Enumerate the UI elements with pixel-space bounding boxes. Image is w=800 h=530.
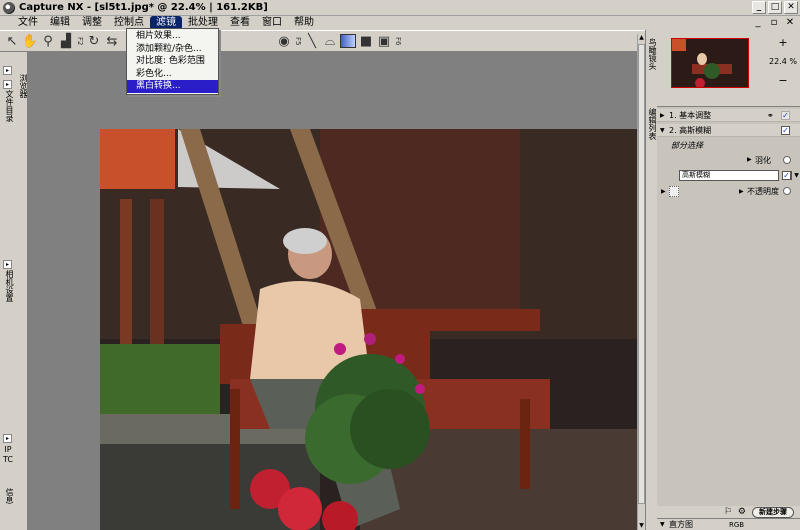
folders-tab-toggle-icon[interactable]: ▸ — [3, 80, 12, 89]
blend-checkbox[interactable]: ✓ — [782, 171, 791, 180]
new-step-button[interactable]: 新建步骤 — [752, 506, 794, 518]
eye-icon[interactable]: ◉ — [276, 33, 292, 49]
opacity-radio[interactable] — [783, 187, 791, 195]
birdseye-thumbnail[interactable] — [671, 38, 749, 88]
tab-camera-settings[interactable]: 相机设置 — [2, 270, 14, 302]
step-basic-adjust[interactable]: ▶ 1. 基本调整 ✓ ⚭ — [657, 109, 800, 122]
menu-help[interactable]: 帮助 — [288, 16, 320, 30]
menu-view[interactable]: 查看 — [224, 16, 256, 30]
tab-info[interactable]: 信息 — [2, 488, 14, 504]
camera-settings-toggle-icon[interactable]: ▸ — [3, 260, 12, 269]
canvas-vertical-scrollbar[interactable]: ▲ ▼ — [637, 34, 645, 530]
step-enable-checkbox[interactable]: ✓ — [781, 111, 790, 120]
menu-item-bw-conversion[interactable]: 黑白转换... — [127, 80, 218, 93]
settings-gear-icon[interactable]: ⚙ — [738, 507, 746, 517]
step-enable-checkbox[interactable]: ✓ — [781, 126, 790, 135]
menu-item-colorize[interactable]: 彩色化... — [127, 68, 218, 81]
tab-birdseye[interactable]: 鸟瞰镜头 — [647, 38, 657, 70]
collapse-triangle-icon[interactable]: ▼ — [660, 124, 665, 137]
menu-bar: 文件 编辑 调整 控制点 滤镜 批处理 查看 窗口 帮助 _ ▫ ✕ — [0, 16, 800, 30]
histogram-header[interactable]: ▼ 直方图 RGB — [657, 518, 800, 530]
scroll-up-icon[interactable]: ▲ — [638, 34, 645, 42]
lasso-tool-icon[interactable]: ⌓ — [322, 33, 338, 49]
close-button[interactable]: ✕ — [784, 1, 798, 14]
mode-swatch-icon[interactable] — [340, 33, 356, 49]
dropdown-arrow-icon[interactable]: ▼ — [791, 171, 800, 180]
tab-iptc[interactable]: IPTC — [2, 445, 14, 465]
minimize-button[interactable]: _ — [752, 1, 766, 14]
hand-tool-icon[interactable]: ✋ — [22, 33, 38, 49]
histogram-expand-icon[interactable]: ▼ — [660, 519, 665, 530]
photo-image — [100, 129, 645, 530]
feather-expand-icon[interactable]: ▶ — [747, 156, 752, 163]
line-tool-icon[interactable]: ╲ — [304, 33, 320, 49]
toolbar-grip-f5[interactable]: F5 — [294, 37, 302, 45]
expand-triangle-icon[interactable]: ▶ — [660, 109, 665, 122]
left-sidebar: ▸ 浏览器 ▸ 文件目录 ▸ 相机设置 ▸ IPTC 信息 — [0, 52, 28, 530]
app-icon — [3, 1, 15, 14]
menu-item-contrast-color-range[interactable]: 对比度: 色彩范围 — [127, 55, 218, 68]
opacity-arrow-icon[interactable]: ▶ — [739, 188, 744, 195]
partial-select-label: 部分选择 — [671, 141, 703, 150]
menu-adjust[interactable]: 调整 — [76, 16, 108, 30]
histogram-channel[interactable]: RGB — [729, 519, 744, 530]
edit-list-bottom-tools: ⚐ ⚙ 新建步骤 — [657, 506, 800, 518]
zoom-out-icon[interactable]: − — [768, 74, 798, 87]
menu-item-add-grain-noise[interactable]: 添加颗粒/杂色... — [127, 43, 218, 56]
flip-icon[interactable]: ⇆ — [104, 33, 120, 49]
window-controls: _ □ ✕ — [752, 1, 798, 14]
tab-folders[interactable]: 文件目录 — [2, 90, 14, 122]
feather-label: 羽化 — [755, 156, 771, 165]
tab-edit-list[interactable]: 编辑列表 — [647, 108, 657, 140]
title-bar: Capture NX - [sl5t1.jpg* @ 22.4% | 161.2… — [0, 0, 800, 16]
browser-tab-toggle-icon[interactable]: ▸ — [3, 66, 12, 75]
doc-close-button[interactable]: ✕ — [784, 17, 796, 28]
opacity-label: 不透明度 — [747, 187, 779, 196]
image-canvas[interactable] — [28, 52, 648, 530]
opacity-swatch — [669, 186, 679, 197]
link-icon[interactable]: ⚭ — [767, 109, 774, 122]
feather-radio[interactable] — [783, 156, 791, 164]
opacity-expand-icon[interactable]: ▶ — [661, 188, 666, 195]
zoom-level: 22.4 % — [769, 57, 797, 66]
edit-list-panel: ▶ 1. 基本调整 ✓ ⚭ ▼ 2. 高斯模糊 ✓ 部分选择 ▶ 羽化 高斯模糊… — [657, 106, 800, 506]
birdseye-preview-image — [672, 39, 748, 87]
doc-restore-button[interactable]: ▫ — [768, 17, 780, 28]
menu-item-photo-effects[interactable]: 相片效果... — [127, 30, 218, 43]
straighten-tool-icon[interactable]: ▟ — [58, 33, 74, 49]
iptc-toggle-icon[interactable]: ▸ — [3, 434, 12, 443]
step-label: 1. 基本调整 — [669, 111, 712, 120]
filter-menu-dropdown: 相片效果... 添加颗粒/杂色... 对比度: 色彩范围 彩色化... 黑白转换… — [126, 28, 219, 95]
arrow-tool-icon[interactable]: ↖ — [4, 33, 20, 49]
histogram-label: 直方图 — [669, 520, 693, 529]
toolbar-grip-f6[interactable]: F6 — [394, 37, 402, 45]
maximize-button[interactable]: □ — [768, 1, 782, 14]
scrollbar-thumb[interactable] — [638, 44, 645, 504]
blend-mode-value: 高斯模糊 — [682, 171, 710, 179]
tab-browser[interactable]: 浏览器 — [16, 74, 28, 98]
menu-window[interactable]: 窗口 — [256, 16, 288, 30]
right-panel: 鸟瞰镜头 + 22.4 % − 编辑列表 ▶ 1. 基本调整 ✓ ⚭ ▼ 2. … — [645, 30, 800, 530]
selection-brush-icon[interactable]: ■ — [358, 33, 374, 49]
doc-minimize-button[interactable]: _ — [752, 17, 764, 28]
step-gaussian-blur[interactable]: ▼ 2. 高斯模糊 ✓ — [657, 124, 800, 137]
zoom-tool-icon[interactable]: ⚲ — [40, 33, 56, 49]
menu-file[interactable]: 文件 — [12, 16, 44, 30]
zoom-widget: + 22.4 % − — [768, 36, 798, 92]
blend-mode-select[interactable]: 高斯模糊 ▼ — [679, 170, 799, 181]
menu-edit[interactable]: 编辑 — [44, 16, 76, 30]
window-title: Capture NX - [sl5t1.jpg* @ 22.4% | 161.2… — [19, 2, 268, 13]
toolbar-grip-f2[interactable]: F2 — [76, 37, 84, 45]
scroll-down-icon[interactable]: ▼ — [638, 522, 645, 530]
step-label: 2. 高斯模糊 — [669, 126, 712, 135]
zoom-in-icon[interactable]: + — [768, 36, 798, 49]
photo-artwork — [100, 129, 645, 530]
rotate-icon[interactable]: ↻ — [86, 33, 102, 49]
fill-tool-icon[interactable]: ▣ — [376, 33, 392, 49]
document-window-controls: _ ▫ ✕ — [752, 17, 796, 28]
flag-icon[interactable]: ⚐ — [724, 507, 732, 517]
